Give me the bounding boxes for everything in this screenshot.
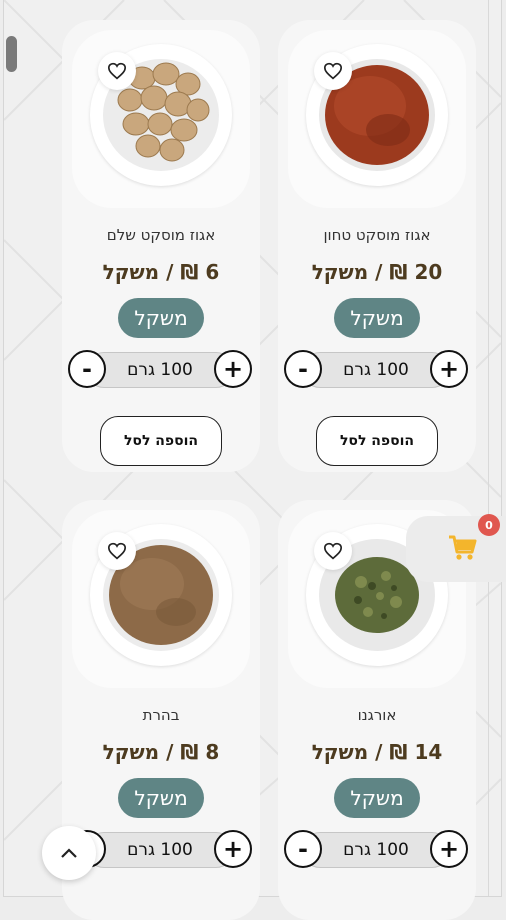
quantity-value: 100 גרם: [86, 832, 234, 868]
favorite-button[interactable]: [314, 52, 352, 90]
scroll-divider: [488, 0, 489, 896]
product-image[interactable]: [72, 30, 250, 208]
favorite-button[interactable]: [314, 532, 352, 570]
chevron-up-icon: [61, 848, 77, 858]
unit-selector[interactable]: משקל: [334, 778, 420, 818]
quantity-stepper: 100 גרם - +: [68, 350, 252, 390]
product-name[interactable]: בהרת: [62, 706, 260, 724]
scrollbar-thumb[interactable]: [6, 36, 17, 72]
cart-count-badge: 0: [478, 514, 500, 536]
quantity-stepper: 100 גרם - +: [284, 350, 468, 390]
scroll-to-top-button[interactable]: [42, 826, 96, 880]
favorite-button[interactable]: [98, 52, 136, 90]
product-card[interactable]: אגוז מוסקט שלם 6 ₪ / משקל משקל 100 גרם -…: [62, 20, 260, 472]
product-price: 8 ₪ / משקל: [102, 740, 220, 764]
product-price: 20 ₪ / משקל: [311, 260, 443, 284]
add-to-cart-button[interactable]: הוספה לסל: [100, 416, 222, 466]
increase-quantity-button[interactable]: +: [430, 350, 468, 388]
product-image[interactable]: [288, 30, 466, 208]
favorite-button[interactable]: [98, 532, 136, 570]
floating-cart-button[interactable]: 0: [406, 514, 506, 582]
quantity-value: 100 גרם: [302, 832, 450, 868]
decrease-quantity-button[interactable]: -: [284, 830, 322, 868]
shopping-cart-icon: [449, 535, 477, 560]
quantity-value: 100 גרם: [86, 352, 234, 388]
quantity-stepper: 100 גרם - +: [284, 830, 468, 870]
product-image[interactable]: [72, 510, 250, 688]
heart-icon: [107, 542, 127, 560]
product-price: 14 ₪ / משקל: [311, 740, 443, 764]
heart-icon: [323, 62, 343, 80]
scrollbar[interactable]: [3, 0, 19, 896]
unit-selector[interactable]: משקל: [334, 298, 420, 338]
decrease-quantity-button[interactable]: -: [284, 350, 322, 388]
product-name[interactable]: אורגנו: [278, 706, 476, 724]
decrease-quantity-button[interactable]: -: [68, 350, 106, 388]
heart-icon: [323, 542, 343, 560]
increase-quantity-button[interactable]: +: [214, 830, 252, 868]
product-price: 6 ₪ / משקל: [102, 260, 220, 284]
quantity-value: 100 גרם: [302, 352, 450, 388]
unit-selector[interactable]: משקל: [118, 778, 204, 818]
product-card[interactable]: אגוז מוסקט טחון 20 ₪ / משקל משקל 100 גרם…: [278, 20, 476, 472]
increase-quantity-button[interactable]: +: [430, 830, 468, 868]
add-to-cart-button[interactable]: הוספה לסל: [316, 416, 438, 466]
increase-quantity-button[interactable]: +: [214, 350, 252, 388]
unit-selector[interactable]: משקל: [118, 298, 204, 338]
product-name[interactable]: אגוז מוסקט שלם: [62, 226, 260, 244]
product-name[interactable]: אגוז מוסקט טחון: [278, 226, 476, 244]
heart-icon: [107, 62, 127, 80]
